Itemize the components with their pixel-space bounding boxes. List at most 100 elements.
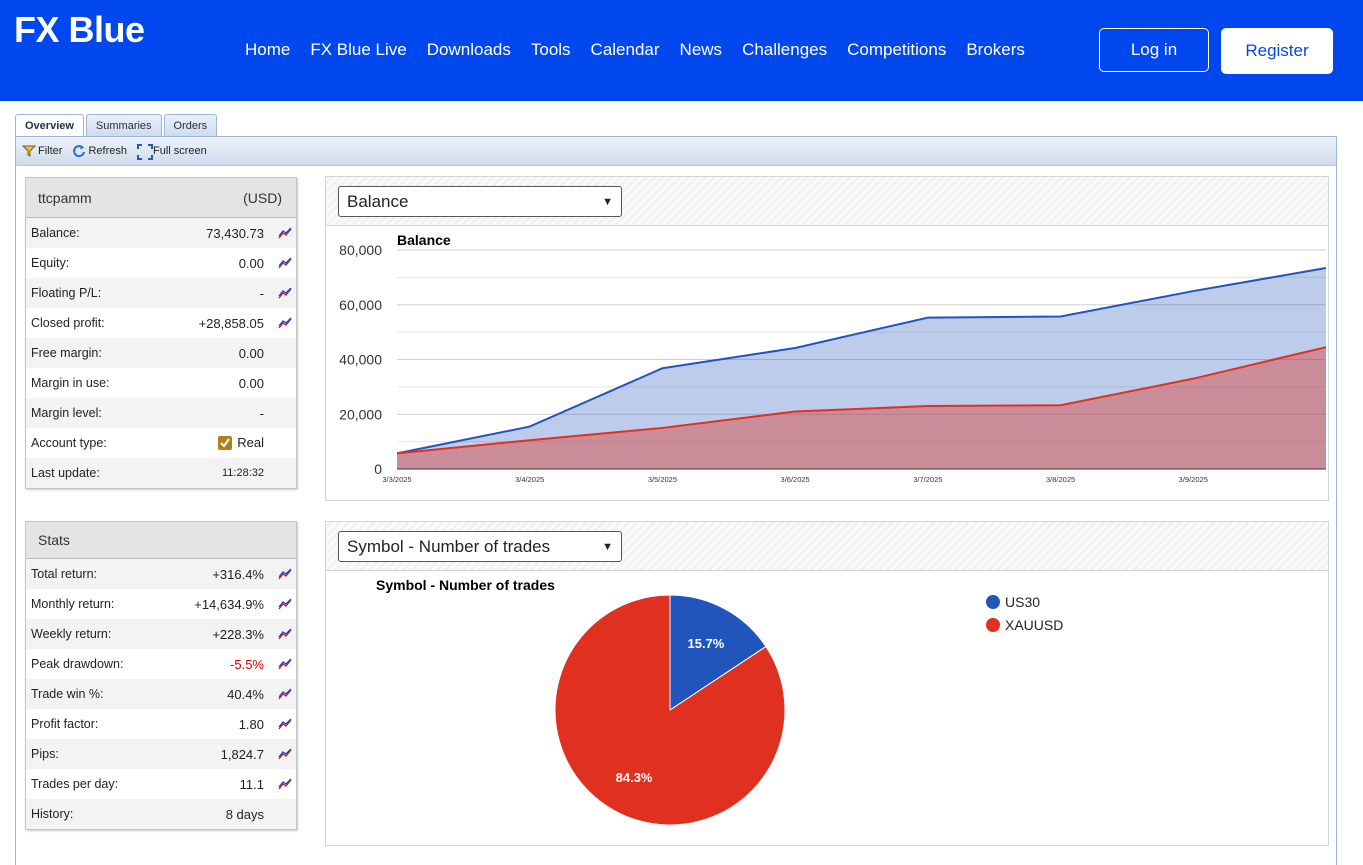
account-row-floating-pl: Floating P/L: - [26,278,296,308]
row-label: Margin level: [31,406,102,420]
row-label: Trades per day: [31,777,119,791]
legend-marker [986,595,1000,609]
row-label: Profit factor: [31,717,99,731]
tab-summaries[interactable]: Summaries [85,114,162,136]
account-currency: (USD) [243,189,282,206]
y-tick-label: 60,000 [339,297,382,313]
x-tick-label: 3/3/2025 [382,475,411,484]
chart-trend-icon[interactable] [264,598,292,610]
checkmark-icon [218,435,233,450]
row-value: 11:28:32 [221,467,264,479]
chart-trend-icon[interactable] [264,257,292,269]
row-label: Weekly return: [31,627,112,641]
y-tick-label: 0 [374,461,382,477]
stats-panel: Stats Total return: +316.4% Monthly retu… [25,521,297,830]
row-label: Free margin: [31,346,102,360]
chevron-down-icon: ▼ [602,540,613,553]
stats-panel-header: Stats [26,522,296,559]
nav-news[interactable]: News [680,40,723,60]
nav-competitions[interactable]: Competitions [847,40,946,60]
nav-home[interactable]: Home [245,40,290,60]
refresh-icon [72,144,86,158]
stats-row-trade-win: Trade win %: 40.4% [26,679,296,709]
main-nav: Home FX Blue Live Downloads Tools Calend… [245,40,1045,60]
register-button[interactable]: Register [1221,28,1333,74]
row-value: - [259,405,264,421]
tab-strip: Overview Summaries Orders [15,114,219,137]
pie-slice-label: 15.7% [687,636,724,651]
pie-chart-type-select[interactable]: Symbol - Number of trades ▼ [338,531,622,562]
chart-trend-icon[interactable] [264,778,292,790]
account-type-value: Real [237,435,264,451]
row-label: Trade win %: [31,687,104,701]
stats-row-profit-factor: Profit factor: 1.80 [26,709,296,739]
x-tick-label: 3/5/2025 [648,475,677,484]
chart-trend-icon[interactable] [264,227,292,239]
refresh-label: Refresh [88,145,127,157]
chart-trend-icon[interactable] [264,718,292,730]
fullscreen-button[interactable]: Full screen [136,144,207,160]
symbol-pie-chart: Symbol - Number of trades 15.7% 84.3% US30 X… [376,577,1063,826]
nav-tools[interactable]: Tools [531,40,571,60]
login-button[interactable]: Log in [1099,28,1209,72]
stats-title: Stats [38,532,70,548]
row-label: Closed profit: [31,316,105,330]
chart-trend-icon[interactable] [264,748,292,760]
row-value: 40.4% [227,686,264,702]
account-row-margin-level: Margin level: - [26,398,296,428]
balance-chart-header: Balance ▼ [326,177,1328,226]
chart-trend-icon[interactable] [264,568,292,580]
account-name: ttcpamm [38,189,92,206]
legend-label: US30 [1005,594,1040,610]
x-tick-label: 3/6/2025 [781,475,810,484]
pie-slice-label: 84.3% [616,770,653,785]
row-value: +228.3% [212,626,264,642]
chart-trend-icon[interactable] [264,688,292,700]
symbol-chart-header: Symbol - Number of trades ▼ [326,522,1328,571]
row-value: Real [141,435,264,451]
row-value: 0.00 [238,375,264,391]
row-value: - [259,285,264,301]
tab-orders[interactable]: Orders [163,114,218,136]
x-tick-label: 3/9/2025 [1179,475,1208,484]
row-label: Pips: [31,747,59,761]
account-panel: ttcpamm (USD) Balance: 73,430.73 Equity:… [25,177,297,489]
row-value: 1.80 [238,716,264,732]
row-value: 73,430.73 [206,225,264,241]
x-tick-label: 3/8/2025 [1046,475,1075,484]
tab-overview[interactable]: Overview [15,114,84,137]
filter-button[interactable]: Filter [21,144,62,158]
row-value: +28,858.05 [198,315,264,331]
chart-trend-icon[interactable] [264,317,292,329]
account-rows: Balance: 73,430.73 Equity: 0.00 Floating… [26,218,296,488]
nav-brokers[interactable]: Brokers [966,40,1025,60]
pie-chart-type-selected: Symbol - Number of trades [347,536,551,556]
y-tick-label: 80,000 [339,242,382,258]
nav-challenges[interactable]: Challenges [742,40,827,60]
chart-type-select[interactable]: Balance ▼ [338,186,622,217]
toolbar: Filter Refresh Full screen [16,137,1336,166]
row-value: 11.1 [239,776,264,792]
account-row-closed-profit: Closed profit: +28,858.05 [26,308,296,338]
stats-row-total-return: Total return: +316.4% [26,559,296,589]
nav-downloads[interactable]: Downloads [427,40,511,60]
row-label: Monthly return: [31,597,115,611]
fx-blue-logo[interactable]: FX Blue [14,9,145,51]
refresh-button[interactable]: Refresh [72,144,127,158]
row-label: Last update: [31,466,100,480]
row-value: +14,634.9% [194,596,264,612]
balance-chart: Balance 0 20,000 40,000 60,000 80,000 3/3/2025… [339,232,1327,484]
chart-trend-icon[interactable] [264,658,292,670]
row-label: Balance: [31,226,80,240]
row-value: 1,824.7 [220,746,264,762]
nav-calendar[interactable]: Calendar [591,40,660,60]
chart-trend-icon[interactable] [264,287,292,299]
account-row-equity: Equity: 0.00 [26,248,296,278]
account-row-margin-in-use: Margin in use: 0.00 [26,368,296,398]
chevron-down-icon: ▼ [602,195,613,208]
row-label: Peak drawdown: [31,657,124,671]
nav-fx-blue-live[interactable]: FX Blue Live [310,40,406,60]
x-tick-label: 3/4/2025 [515,475,544,484]
chart-trend-icon[interactable] [264,628,292,640]
chart-type-selected: Balance [347,191,409,211]
